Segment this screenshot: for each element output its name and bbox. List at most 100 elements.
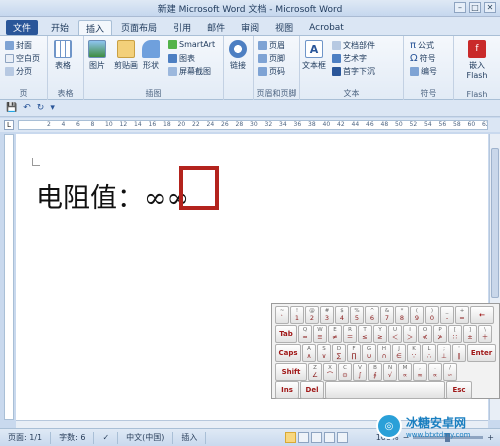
keyboard-key[interactable]: ! 1 (290, 306, 304, 324)
language[interactable]: 中文(中国) (118, 431, 174, 444)
keyboard-key[interactable]: C ⊙ (338, 363, 352, 381)
keyboard-key[interactable]: ' ∥ (452, 344, 466, 362)
proofing-icon[interactable]: ✓ (94, 431, 119, 444)
links-button[interactable]: 链接 (229, 40, 247, 71)
keyboard-key[interactable]: S ∨ (317, 344, 331, 362)
keyboard-key[interactable]: A ∧ (302, 344, 316, 362)
equation-button[interactable]: π 公式 (410, 40, 434, 51)
keyboard-key[interactable]: $4 (335, 306, 349, 324)
picture-button[interactable]: 图片 (88, 40, 106, 71)
keyboard-key[interactable]: Y ≥ (373, 325, 387, 343)
keyboard-key[interactable]: + = (455, 306, 469, 324)
keyboard-key[interactable]: _ - (440, 306, 454, 324)
embed-flash-button[interactable]: f 嵌入 Flash (460, 40, 494, 80)
cover-page-button[interactable]: 封面 (5, 40, 32, 51)
scroll-thumb[interactable] (491, 148, 499, 298)
page-break-button[interactable]: 分页 (5, 66, 32, 77)
redo-icon[interactable]: ↻ (37, 103, 45, 113)
keyboard-key[interactable]: E ≠ (328, 325, 342, 343)
horizontal-ruler[interactable]: 2 4 6 8 10 12 14 16 18 20 22 24 26 28 30 32 34 36 38 40 42 44… (18, 120, 488, 130)
tab-insert[interactable]: 插入 (78, 20, 113, 35)
page-count[interactable]: 页面: 1/1 (0, 431, 52, 444)
keyboard-key[interactable]: Q ≈ (298, 325, 312, 343)
numbering-button[interactable]: 编号 (410, 66, 437, 77)
escape-key[interactable]: Esc (446, 381, 472, 399)
keyboard-key[interactable]: V ∫ (353, 363, 367, 381)
tab-review[interactable]: 审阅 (234, 20, 266, 35)
keyboard-key[interactable]: \ ＋ (478, 325, 492, 343)
insert-mode[interactable]: 插入 (173, 431, 207, 444)
header-button[interactable]: 页眉 (258, 40, 285, 51)
keyboard-key[interactable]: J ∈ (392, 344, 406, 362)
tab-acrobat[interactable]: Acrobat (302, 20, 351, 35)
keyboard-key[interactable]: % 5 (350, 306, 364, 324)
footer-button[interactable]: 页脚 (258, 53, 285, 64)
keyboard-key[interactable]: D ∑ (332, 344, 346, 362)
keyboard-key[interactable]: [∷ (448, 325, 462, 343)
enter-key[interactable]: Enter (467, 344, 496, 362)
keyboard-key[interactable]: M ∝ (398, 363, 412, 381)
smartart-button[interactable]: SmartArt (168, 40, 215, 49)
tab-key[interactable]: Tab (275, 325, 297, 343)
minimize-icon[interactable]: – (454, 2, 466, 13)
keyboard-key[interactable]: (9 (410, 306, 424, 324)
keyboard-key[interactable]: P ≯ (433, 325, 447, 343)
keyboard-key[interactable]: U ＜ (388, 325, 402, 343)
tab-references[interactable]: 引用 (166, 20, 198, 35)
blank-page-button[interactable]: 空白页 (5, 53, 40, 64)
web-layout-icon[interactable] (311, 432, 322, 443)
full-screen-icon[interactable] (298, 432, 309, 443)
delete-key[interactable]: Del (300, 381, 324, 399)
page-number-button[interactable]: 页码 (258, 66, 285, 77)
close-icon[interactable]: ✕ (484, 2, 496, 13)
tab-file[interactable]: 文件 (6, 20, 39, 35)
textbox-button[interactable]: A 文本框 (302, 40, 326, 71)
clipart-button[interactable]: 剪贴画 (114, 40, 138, 71)
keyboard-key[interactable]: N √ (383, 363, 397, 381)
space-key[interactable] (325, 381, 445, 399)
keyboard-key[interactable]: O ≮ (418, 325, 432, 343)
keyboard-key[interactable]: X ⌒ (323, 363, 337, 381)
keyboard-key[interactable]: T ≤ (358, 325, 372, 343)
tab-mailings[interactable]: 邮件 (200, 20, 232, 35)
quick-parts-button[interactable]: 文档部件 (332, 40, 375, 51)
print-layout-icon[interactable] (285, 432, 296, 443)
keyboard-key[interactable]: , ∞ (413, 363, 427, 381)
keyboard-key[interactable]: R ＝ (343, 325, 357, 343)
keyboard-key[interactable]: W ≡ (313, 325, 327, 343)
tab-view[interactable]: 视图 (268, 20, 300, 35)
keyboard-key[interactable]: F ∏ (347, 344, 361, 362)
shapes-button[interactable]: 形状 (142, 40, 160, 71)
keyboard-key[interactable]: . ∝ (428, 363, 442, 381)
customize-icon[interactable]: ▾ (50, 103, 55, 113)
undo-icon[interactable]: ↶ (23, 103, 31, 113)
tab-home[interactable]: 开始 (44, 20, 76, 35)
caps-lock-key[interactable]: Caps (275, 344, 301, 362)
word-count[interactable]: 字数: 6 (51, 431, 95, 444)
insert-key[interactable]: Ins (275, 381, 299, 399)
keyboard-key[interactable]: / ∽ (443, 363, 457, 381)
keyboard-key[interactable]: ) 0 (425, 306, 439, 324)
shift-key[interactable]: Shift (275, 363, 307, 381)
keyboard-key[interactable]: ^ 6 (365, 306, 379, 324)
tab-page-layout[interactable]: 页面布局 (114, 20, 164, 35)
table-button[interactable]: 表格 (54, 40, 72, 71)
keyboard-key[interactable]: * 8 (395, 306, 409, 324)
keyboard-key[interactable]: B ∮ (368, 363, 382, 381)
keyboard-key[interactable]: Z ∠ (308, 363, 322, 381)
save-icon[interactable]: 💾 (6, 103, 17, 113)
drop-cap-button[interactable]: 首字下沉 (332, 66, 375, 77)
keyboard-key[interactable]: #3 (320, 306, 334, 324)
keyboard-key[interactable]: & 7 (380, 306, 394, 324)
keyboard-key[interactable]: ] ± (463, 325, 477, 343)
keyboard-key[interactable]: G ∪ (362, 344, 376, 362)
screenshot-button[interactable]: 屏幕截图 (168, 66, 211, 77)
outline-icon[interactable] (324, 432, 335, 443)
keyboard-key[interactable]: ; ⊥ (437, 344, 451, 362)
keyboard-key[interactable]: ~ ` (275, 306, 289, 324)
draft-icon[interactable] (337, 432, 348, 443)
maximize-icon[interactable]: □ (469, 2, 481, 13)
keyboard-key[interactable]: H ∩ (377, 344, 391, 362)
backspace-key[interactable]: ← (470, 306, 494, 324)
keyboard-key[interactable]: @2 (305, 306, 319, 324)
